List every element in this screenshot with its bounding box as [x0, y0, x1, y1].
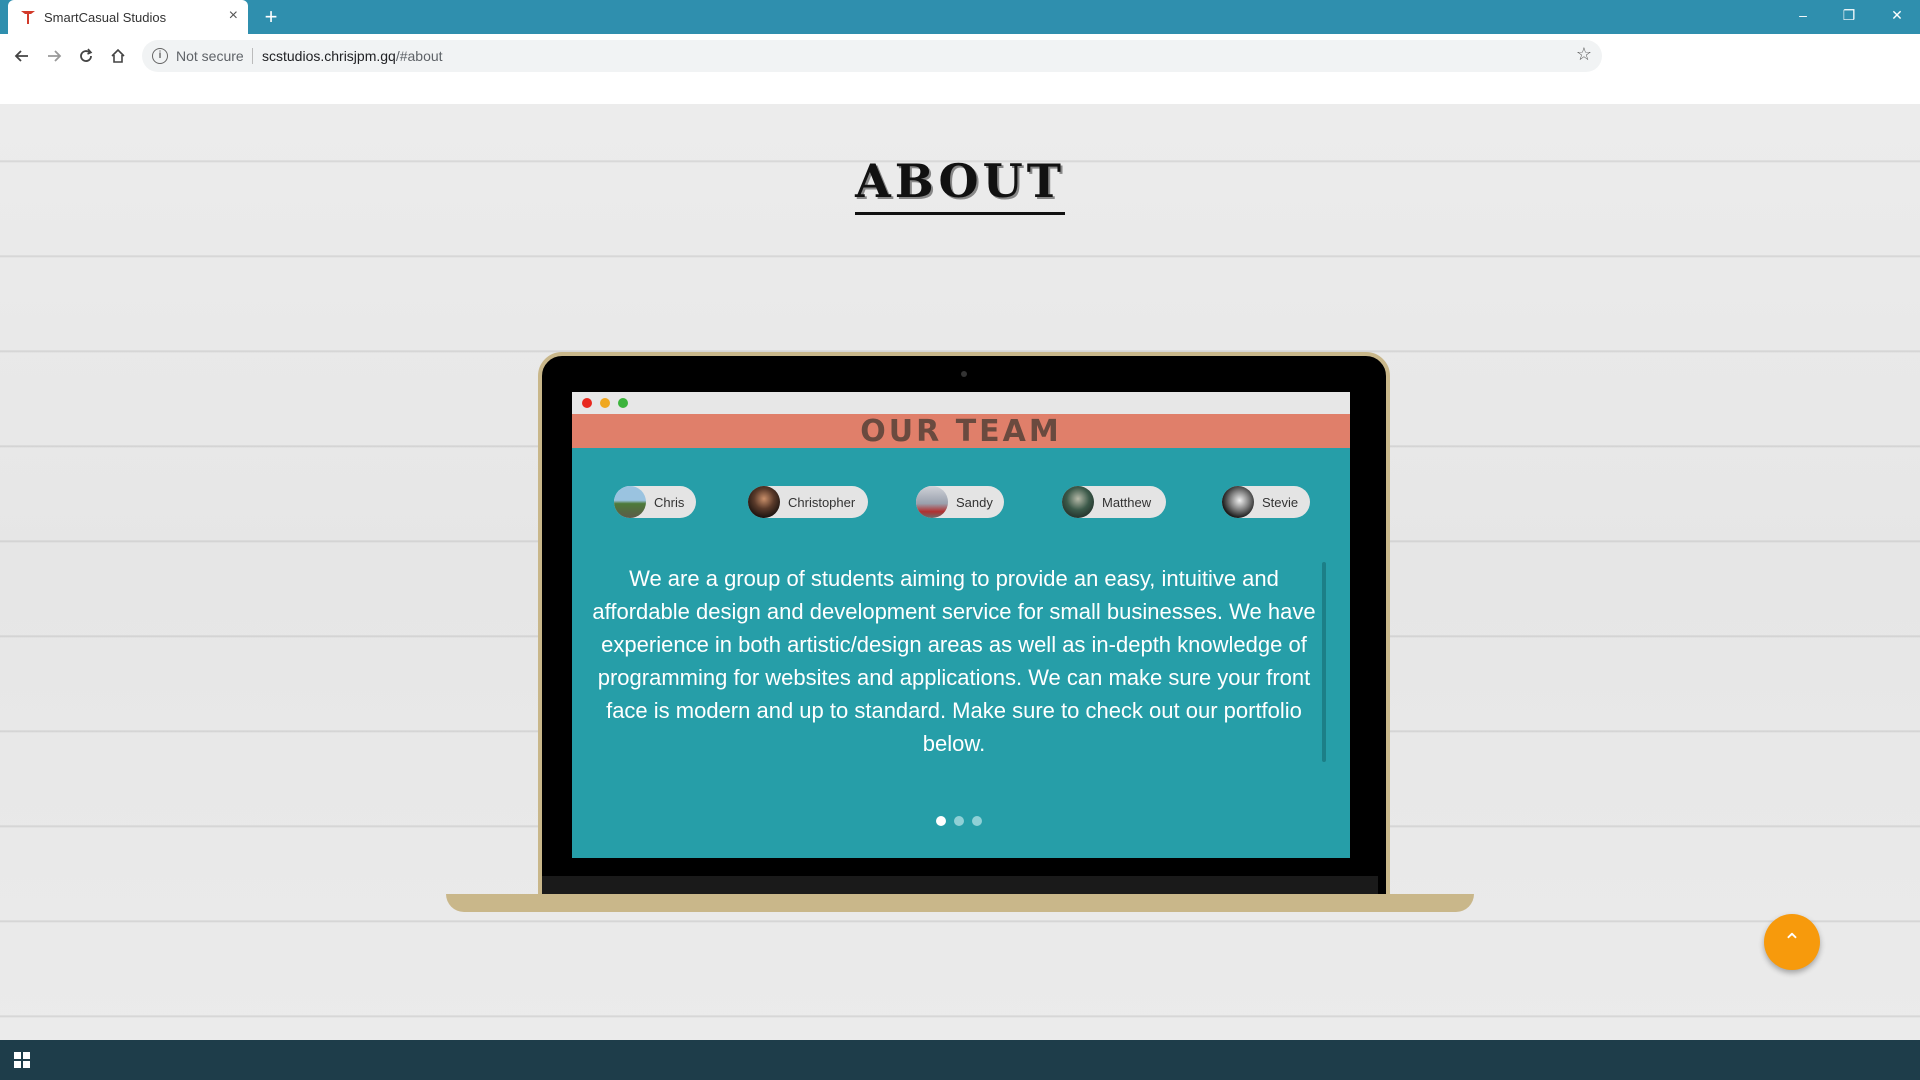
scroll-to-top-button[interactable]: ⌃	[1764, 914, 1820, 970]
browser-toolbar: i Not secure scstudios.chrisjpm.gq/#abou…	[0, 34, 1920, 105]
carousel-dot-3[interactable]	[972, 816, 982, 826]
back-button[interactable]	[8, 42, 36, 70]
chevron-up-icon: ⌃	[1782, 929, 1802, 954]
taskbar	[0, 1040, 1920, 1080]
new-tab-button[interactable]: +	[258, 4, 284, 30]
carousel-pagination	[936, 816, 996, 828]
restore-button[interactable]: ❐	[1826, 0, 1872, 30]
member-name: Sandy	[956, 495, 993, 510]
tab-close-icon[interactable]: ×	[229, 7, 238, 25]
tab-strip: SmartCasual Studios × + – ❐ ✕	[0, 0, 1920, 34]
window-maximize-dot	[618, 398, 628, 408]
team-member-list: Chris Christopher Sandy Matthew Stevie	[572, 486, 1350, 522]
url-path: /#about	[395, 48, 443, 64]
carousel-dot-1[interactable]	[936, 816, 946, 826]
avatar	[1222, 486, 1254, 518]
about-description: We are a group of students aiming to pro…	[592, 566, 1316, 756]
close-window-button[interactable]: ✕	[1874, 0, 1920, 30]
member-name: Stevie	[1262, 495, 1299, 510]
member-chip-matthew[interactable]: Matthew	[1062, 486, 1166, 518]
home-button[interactable]	[104, 42, 132, 70]
member-name: Christopher	[788, 495, 856, 510]
url-text: scstudios.chrisjpm.gq/#about	[262, 48, 443, 64]
security-status: Not secure	[176, 48, 244, 64]
laptop-camera	[961, 371, 967, 377]
laptop-screen: OUR TEAM Chris Christopher Sandy Matthew…	[572, 392, 1350, 858]
description-scrollbar[interactable]	[1322, 562, 1326, 762]
member-chip-chris[interactable]: Chris	[614, 486, 696, 518]
member-chip-stevie[interactable]: Stevie	[1222, 486, 1310, 518]
window-close-dot	[582, 398, 592, 408]
page-content: ABOUT OUR TEAM Chris Christopher Sandy M…	[0, 104, 1920, 1040]
arrow-right-icon	[48, 50, 62, 62]
avatar	[1062, 486, 1094, 518]
address-bar[interactable]: i Not secure scstudios.chrisjpm.gq/#abou…	[142, 40, 1602, 72]
member-chip-sandy[interactable]: Sandy	[916, 486, 1004, 518]
star-icon[interactable]: ☆	[1576, 44, 1592, 65]
url-divider	[252, 48, 253, 64]
reload-button[interactable]	[72, 42, 100, 70]
smartcasual-logo-icon	[21, 11, 35, 24]
about-heading: ABOUT	[0, 154, 1920, 215]
tab-title: SmartCasual Studios	[44, 10, 167, 25]
home-icon	[111, 48, 125, 63]
team-header: OUR TEAM	[572, 414, 1350, 449]
minimize-button[interactable]: –	[1780, 0, 1826, 30]
browser-tab[interactable]: SmartCasual Studios ×	[8, 0, 248, 34]
window-minimize-dot	[600, 398, 610, 408]
member-name: Matthew	[1102, 495, 1152, 510]
laptop-frame: OUR TEAM Chris Christopher Sandy Matthew…	[538, 352, 1390, 910]
laptop-hinge	[542, 876, 1378, 894]
team-title: OUR TEAM	[860, 414, 1062, 449]
about-heading-text: ABOUT	[855, 154, 1065, 215]
arrow-left-icon	[14, 50, 28, 62]
url-host: scstudios.chrisjpm.gq	[262, 48, 396, 64]
avatar	[614, 486, 646, 518]
member-chip-christopher[interactable]: Christopher	[748, 486, 868, 518]
member-name: Chris	[654, 495, 685, 510]
window-titlebar	[572, 392, 1350, 414]
reload-icon	[80, 48, 93, 62]
forward-button[interactable]	[40, 42, 68, 70]
info-icon[interactable]: i	[152, 48, 168, 64]
avatar	[748, 486, 780, 518]
carousel-dot-2[interactable]	[954, 816, 964, 826]
avatar	[916, 486, 948, 518]
laptop-base	[446, 894, 1474, 912]
windows-start-icon[interactable]	[14, 1052, 30, 1068]
